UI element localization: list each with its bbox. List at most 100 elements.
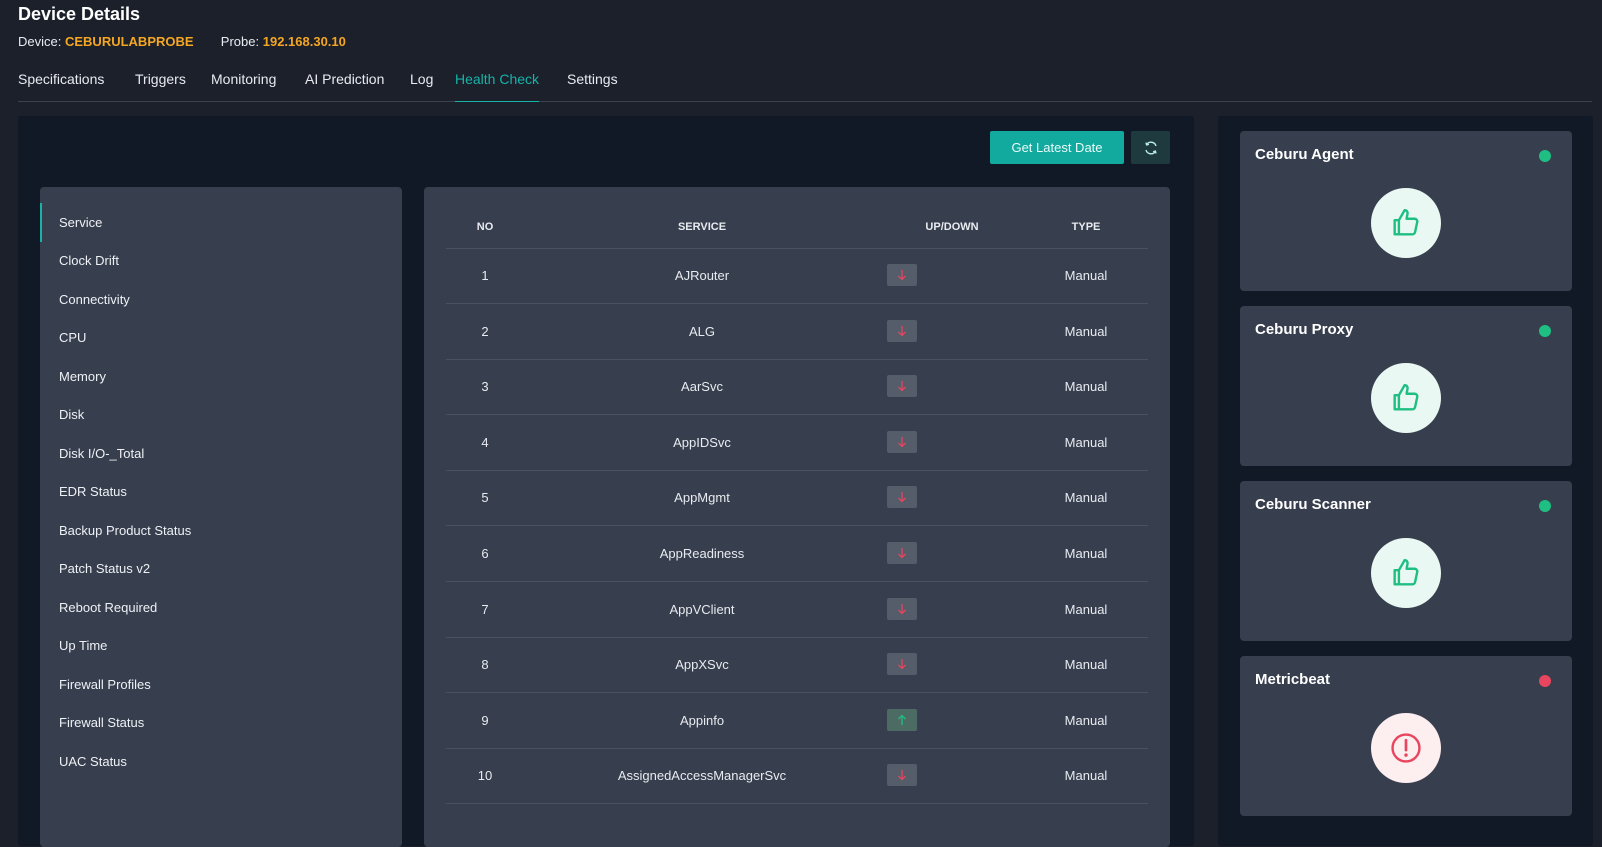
health-check-menu: Service Clock Drift Connectivity CPU Mem… (40, 187, 402, 847)
table-row: 4 AppIDSvc Manual (446, 416, 1148, 471)
service-type: Manual (1064, 657, 1108, 673)
arrow-down-icon (887, 264, 917, 286)
menu-item-up-time[interactable]: Up Time (40, 626, 402, 665)
service-type: Manual (1064, 768, 1108, 784)
menu-item-backup-product-status[interactable]: Backup Product Status (40, 511, 402, 550)
table-row: 10 AssignedAccessManagerSvc Manual (446, 749, 1148, 805)
service-name: AppReadiness (659, 546, 745, 561)
service-type: Manual (1064, 601, 1108, 617)
table-row: 3 AarSvc Manual (446, 360, 1148, 416)
service-name: AJRouter (674, 268, 730, 283)
thumbs-up-icon (1371, 538, 1441, 608)
thumbs-up-icon (1371, 363, 1441, 433)
service-name: AppIDSvc (673, 434, 731, 450)
service-type: Manual (1064, 546, 1108, 561)
table-row: 2 ALG Manual (446, 305, 1148, 360)
arrow-down-icon (887, 319, 917, 342)
menu-item-cpu[interactable]: CPU (40, 318, 402, 357)
probe-label: Probe: (220, 34, 260, 49)
menu-item-clock-drift[interactable]: Clock Drift (40, 241, 402, 280)
service-name: AppXSvc (675, 657, 729, 673)
row-number: 8 (481, 657, 489, 673)
status-card: Ceburu Scanner (1240, 481, 1572, 641)
probe-value: 192.168.30.10 (262, 34, 346, 49)
menu-item-reboot-required[interactable]: Reboot Required (40, 588, 402, 627)
arrow-down-icon (887, 375, 917, 398)
service-name: AppVClient (669, 601, 735, 617)
table-row: 6 AppReadiness Manual (446, 527, 1148, 582)
tab-specifications[interactable]: Specifications (18, 70, 104, 102)
device-value: CEBURULABPROBE (64, 34, 194, 49)
arrow-down-icon (887, 486, 917, 509)
table-row: 9 Appinfo Manual (446, 694, 1148, 749)
tab-health-check[interactable]: Health Check (455, 70, 540, 102)
agent-status-panel: Ceburu Agent Ceburu Proxy Ceburu Scanner Me… (1218, 116, 1593, 846)
menu-item-firewall-status[interactable]: Firewall Status (40, 703, 402, 742)
service-type: Manual (1064, 268, 1108, 283)
table-header: NO SERVICE UP/DOWN TYPE (446, 207, 1148, 249)
row-number: 3 (481, 379, 489, 395)
tab-triggers[interactable]: Triggers (135, 70, 186, 102)
table-row: 8 AppXSvc Manual (446, 638, 1148, 694)
service-name: AssignedAccessManagerSvc (617, 768, 787, 784)
service-name: ALG (688, 323, 716, 339)
column-header-type[interactable]: TYPE (1072, 221, 1101, 233)
tab-bar: Specifications Triggers Monitoring AI Pr… (18, 70, 1592, 102)
row-number: 1 (481, 268, 489, 283)
refresh-icon (1144, 140, 1157, 155)
arrow-down-icon (887, 542, 917, 564)
status-card-title: Ceburu Agent (1255, 146, 1354, 163)
menu-item-disk[interactable]: Disk (40, 395, 402, 434)
service-type: Manual (1064, 379, 1108, 395)
arrow-down-icon (887, 430, 917, 453)
menu-item-connectivity[interactable]: Connectivity (40, 280, 402, 319)
menu-item-disk-io[interactable]: Disk I/O-_Total (40, 434, 402, 473)
status-card: Metricbeat (1240, 656, 1572, 816)
service-name: AarSvc (681, 379, 723, 395)
menu-item-edr-status[interactable]: EDR Status (40, 472, 402, 511)
column-header-no[interactable]: NO (477, 221, 494, 233)
row-number: 6 (481, 546, 489, 561)
arrow-down-icon (887, 597, 917, 620)
tab-ai-prediction[interactable]: AI Prediction (305, 70, 384, 102)
alert-circle-icon (1371, 713, 1441, 783)
service-type: Manual (1064, 434, 1108, 450)
service-name: AppMgmt (674, 490, 730, 506)
health-check-panel: Get Latest Date Service Clock Drift Conn… (18, 116, 1194, 847)
arrow-down-icon (887, 653, 917, 676)
service-type: Manual (1064, 490, 1108, 506)
status-dot (1539, 150, 1551, 162)
status-card-title: Metricbeat (1255, 671, 1331, 688)
status-dot (1539, 500, 1551, 512)
menu-item-service[interactable]: Service (40, 203, 402, 242)
service-type: Manual (1064, 712, 1108, 728)
tab-settings[interactable]: Settings (567, 70, 618, 102)
refresh-button[interactable] (1131, 131, 1170, 164)
tab-monitoring[interactable]: Monitoring (211, 70, 276, 102)
status-card-title: Ceburu Proxy (1255, 321, 1354, 338)
row-number: 5 (481, 490, 489, 506)
column-header-service[interactable]: SERVICE (678, 221, 726, 233)
service-table: NO SERVICE UP/DOWN TYPE 1 AJRouter Manual 2… (424, 187, 1170, 847)
service-type: Manual (1064, 323, 1108, 339)
status-dot (1539, 325, 1551, 337)
status-dot (1539, 675, 1551, 687)
menu-item-memory[interactable]: Memory (40, 357, 402, 396)
status-card: Ceburu Proxy (1240, 306, 1572, 466)
table-row: 1 AJRouter Manual (446, 249, 1148, 304)
menu-item-firewall-profiles[interactable]: Firewall Profiles (40, 665, 402, 704)
device-label: Device: (18, 34, 62, 49)
arrow-up-icon (887, 708, 917, 731)
menu-item-patch-status[interactable]: Patch Status v2 (40, 549, 402, 588)
row-number: 10 (477, 768, 493, 784)
thumbs-up-icon (1371, 188, 1441, 258)
device-meta: Device: CEBURULABPROBE Probe: 192.168.30… (18, 34, 346, 49)
menu-item-uac-status[interactable]: UAC Status (40, 742, 402, 781)
column-header-up-down[interactable]: UP/DOWN (925, 221, 978, 233)
row-number: 9 (481, 712, 489, 728)
get-latest-date-button[interactable]: Get Latest Date (990, 131, 1124, 164)
row-number: 4 (481, 434, 489, 450)
page-title: Device Details (18, 4, 141, 24)
tab-log[interactable]: Log (410, 70, 433, 102)
status-card-title: Ceburu Scanner (1255, 496, 1371, 513)
